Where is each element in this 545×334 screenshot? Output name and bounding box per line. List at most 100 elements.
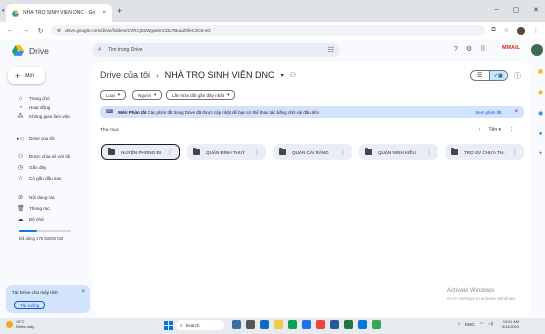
filter-modified-chip[interactable]: Lần sửa đổi gần đây nhất ▾ [166, 90, 236, 100]
more-actions-icon[interactable]: ⋮ [254, 149, 260, 156]
view-toggle[interactable]: ☰ ✓▦ [470, 70, 508, 81]
add-addon-icon[interactable]: + [539, 151, 543, 157]
folder-card[interactable]: QUẬN BÌNH THUỶ ⋮ [187, 144, 266, 160]
banner-text: Mới! Phím tắt Các phím tắt trong Drive đ… [118, 110, 470, 115]
app-icon[interactable] [358, 320, 367, 329]
info-icon[interactable]: ⓘ [514, 71, 521, 81]
breadcrumb-current[interactable]: NHÀ TRỌ SINH VIÊN DNC [165, 70, 275, 80]
folder-card[interactable]: QUẬN CÁI RĂNG ⋮ [273, 144, 352, 160]
sidebar-item-label: Trang chủ [29, 96, 50, 101]
language-indicator[interactable]: ENG [465, 322, 475, 327]
sidebar-item-starred[interactable]: ☆ Có gắn dấu sao [0, 174, 90, 183]
app-icon[interactable] [288, 320, 297, 329]
calendar-icon[interactable]: ▣ [538, 68, 544, 75]
volume-icon[interactable]: ◁) [488, 321, 493, 327]
new-tab-button[interactable]: + [117, 6, 122, 16]
sidebar-item-workspaces[interactable]: ⁂ Không gian làm việc [0, 112, 90, 121]
breadcrumb-parent[interactable]: Drive của tôi [100, 70, 150, 80]
close-promo-icon[interactable]: × [81, 289, 85, 295]
more-actions-icon[interactable]: ⋮ [426, 149, 432, 156]
reload-icon[interactable]: ↻ [36, 27, 45, 35]
more-actions-icon[interactable]: ⋮ [167, 149, 173, 156]
translate-icon[interactable]: ⧉ [491, 27, 495, 34]
folder-card[interactable]: TRỌ SV CHƯA TH... ⋮ [445, 144, 524, 160]
app-icon[interactable] [260, 320, 269, 329]
shared-folder-icon[interactable]: ⚇ [290, 71, 296, 79]
sidebar-item-activity[interactable]: ◔ Hoạt động [0, 103, 90, 112]
wifi-icon[interactable]: ◠ [480, 321, 484, 327]
grid-view-icon[interactable]: ✓▦ [488, 71, 507, 80]
sidebar-item-storage[interactable]: ☁ Bộ nhớ [0, 215, 90, 224]
search-icon[interactable]: ⌕ [98, 46, 102, 54]
star-icon: ☆ [17, 176, 24, 182]
more-actions-icon[interactable]: ⋮ [512, 149, 518, 156]
account-avatar[interactable] [531, 44, 543, 56]
excel-icon[interactable] [344, 320, 353, 329]
chevron-down-icon[interactable]: ▾ [281, 72, 284, 79]
download-button[interactable]: Tải xuống [14, 301, 46, 309]
profile-avatar[interactable] [517, 26, 525, 35]
maximize-icon[interactable]: ▢ [513, 6, 520, 14]
apps-grid-icon[interactable]: ⠿ [480, 45, 485, 53]
chevron-up-icon[interactable]: ^ [458, 322, 460, 327]
site-info-icon[interactable]: ⚙ [57, 28, 61, 34]
chevron-right-icon: › [156, 70, 159, 80]
sidebar-item-my-drive[interactable]: ▸▭ Drive của tôi [0, 134, 90, 143]
sidebar-item-shared[interactable]: ⚇ Được chia sẻ với tôi [0, 152, 90, 161]
browser-tab[interactable]: NHÀ TRỌ SINH VIÊN DNC - Go × [6, 4, 112, 22]
settings-gear-icon[interactable]: ⚙ [466, 45, 472, 53]
sidebar-item-recent[interactable]: ◷ Gần đây [0, 163, 90, 172]
chrome-icon[interactable] [316, 320, 325, 329]
gmail-logo[interactable]: MMAIL [500, 44, 523, 52]
edge-icon[interactable] [302, 320, 311, 329]
help-icon[interactable]: ? [454, 46, 458, 53]
activity-icon: ◔ [18, 104, 23, 111]
sidebar-item-home[interactable]: ⌂ Trang chủ [0, 94, 90, 103]
close-window-icon[interactable]: ✕ [533, 6, 539, 14]
filter-type-chip[interactable]: Loại ▾ [100, 90, 126, 100]
view-shortcuts-link[interactable]: Xem phím tắt [475, 110, 501, 115]
banner-message: Các phím tắt trong Drive đã được cập nhậ… [147, 109, 320, 115]
side-panel-rail: ▣ ◆ ◉ ● + [536, 62, 545, 318]
drive-logo[interactable]: Drive [12, 45, 49, 56]
minimize-icon[interactable]: – [495, 6, 499, 14]
url-field[interactable]: ⚙ drive.google.com/drive/folders/1VRCj92… [51, 25, 486, 36]
tasks-icon[interactable]: ◉ [538, 110, 543, 117]
folder-card[interactable]: QUẬN NINH KIỀU ⋮ [359, 144, 438, 160]
browser-menu-icon[interactable]: ⋮ [533, 27, 539, 34]
bookmark-star-icon[interactable]: ☆ [504, 27, 509, 34]
sort-by-name[interactable]: Tên ▾ [489, 127, 502, 133]
list-view-icon[interactable]: ☰ [471, 71, 489, 80]
address-bar-actions: ⧉ ☆ ⋮ [491, 26, 539, 35]
search-bar[interactable]: ⌕ Tìm trong Drive ☷ [92, 43, 340, 57]
search-options-icon[interactable]: ☷ [328, 46, 334, 54]
more-actions-icon[interactable]: ⋮ [340, 149, 346, 156]
new-button[interactable]: + Mới [8, 67, 45, 84]
app-icon[interactable] [232, 320, 241, 329]
sidebar-item-spam[interactable]: ⊘ Nội dung rác [0, 193, 90, 202]
task-view-icon[interactable] [246, 320, 255, 329]
close-tab-icon[interactable]: × [102, 10, 106, 16]
folder-shared-icon [193, 148, 200, 155]
folder-card[interactable]: HUYỆN PHONG ĐI... ⋮ [101, 144, 180, 160]
contacts-icon[interactable]: ● [539, 131, 543, 137]
sidebar-item-trash[interactable]: 🗑 Thùng rác [0, 204, 90, 213]
windows-start-icon[interactable] [164, 321, 173, 330]
taskbar-search[interactable]: ⌕ Search [176, 320, 224, 330]
folder-shared-icon [108, 148, 115, 155]
sort-direction-icon[interactable]: ↑ [478, 127, 481, 133]
filter-people-chip[interactable]: Người ▾ [132, 90, 163, 100]
keep-icon[interactable]: ◆ [538, 89, 543, 96]
more-options-icon[interactable]: ⋮ [509, 127, 514, 133]
file-explorer-icon[interactable] [274, 320, 283, 329]
weather-widget[interactable]: 19°C Nhiều mây [6, 320, 34, 329]
tab-list-icon[interactable]: ▾ [2, 8, 5, 14]
taskbar-clock[interactable]: 10:51 AM 5/14/2024 [502, 320, 519, 329]
search-input[interactable]: Tìm trong Drive [108, 47, 322, 53]
sidebar-item-label: Gần đây [29, 165, 47, 170]
forward-icon[interactable]: → [21, 27, 30, 34]
back-icon[interactable]: ← [6, 27, 15, 34]
word-icon[interactable] [330, 320, 339, 329]
app-icon[interactable] [372, 320, 381, 329]
close-banner-icon[interactable]: × [514, 109, 518, 115]
